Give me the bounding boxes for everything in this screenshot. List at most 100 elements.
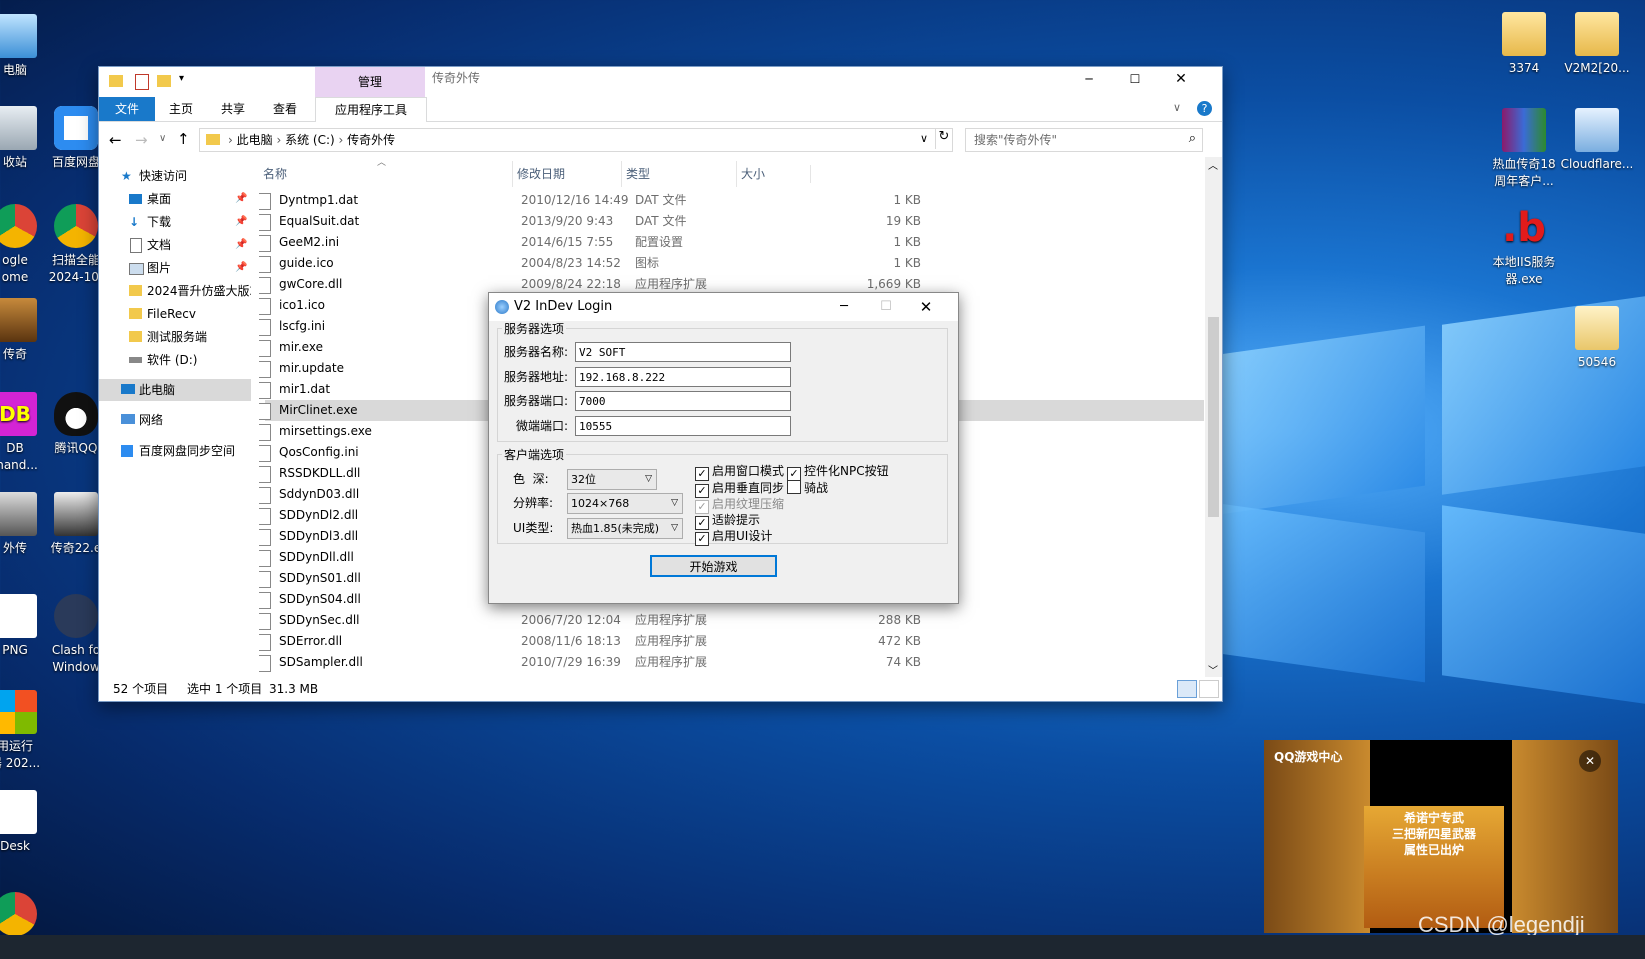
tab-app-tools[interactable]: 应用程序工具 [315,97,427,122]
desktop-icon-iis[interactable]: .b 本地IIS服务 器.exe [1485,206,1563,288]
table-row[interactable]: EqualSuit.dat 2013/9/20 9:43 DAT 文件 19 KB [259,211,1204,232]
chevron-down-icon[interactable]: ∨ [920,132,928,145]
column-date[interactable]: 修改日期 [512,161,565,187]
nav-folder-2024[interactable]: 2024晋升仿盛大版2 [99,280,251,302]
tab-file[interactable]: 文件 [99,97,155,121]
nav-filerecv[interactable]: FileRecv [99,303,251,325]
new-folder-icon[interactable] [157,75,171,87]
ui-type-select[interactable]: 热血1.85(未完成) ▽ [567,518,683,539]
ad-banner[interactable]: 希诺宁专武 三把新四星武器 属性已出炉 [1364,806,1504,928]
breadcrumb-drive-c[interactable]: 系统 (C:) [285,133,335,147]
window-title: 传奇外传 [432,71,481,85]
breadcrumb-folder[interactable]: 传奇外传 [347,133,395,147]
search-box[interactable]: 搜索"传奇外传" ⌕ [965,128,1203,152]
nav-quick-access[interactable]: ★ 快速访问 [99,165,251,187]
scroll-up-arrow-icon[interactable]: ︿ [1208,157,1218,172]
desktop-icon-3374[interactable]: 3374 [1485,12,1563,77]
minimize-button[interactable]: ─ [1069,67,1109,91]
recent-chevron-icon[interactable]: ∨ [159,133,166,144]
chevron-down-icon[interactable]: ▾ [179,73,184,84]
cell-size: 472 KB [878,634,921,648]
large-icons-view-icon[interactable] [1199,680,1219,698]
breadcrumb-this-pc[interactable]: 此电脑 [237,133,273,147]
window-mode-checkbox[interactable]: ✓ 启用窗口模式 [695,463,784,481]
desktop-icon-runtime[interactable]: 用运行 器 202... [0,690,54,772]
resolution-select[interactable]: 1024×768 ▽ [567,493,683,514]
help-icon[interactable]: ? [1197,101,1212,116]
address-bar[interactable]: › 此电脑 › 系统 (C:) › 传奇外传 ∨ [199,128,953,152]
table-row[interactable]: SDDynSec.dll 2006/7/20 12:04 应用程序扩展 288 KB [259,610,1204,631]
cell-name: SDDynDl2.dll [279,508,359,522]
desktop-icon-label: V2M2[20... [1564,61,1630,75]
nav-drive-d[interactable]: 软件 (D:) [99,349,251,371]
desktop-icon-label: PNG [2,643,28,657]
cell-name: mirsettings.exe [279,424,372,438]
server-addr-field[interactable]: 192.168.8.222 [575,367,791,387]
maximize-button[interactable]: ☐ [871,293,901,321]
nav-downloads[interactable]: ↓ 下载 📌 [99,211,251,233]
cell-name: guide.ico [279,256,334,270]
forward-arrow-icon[interactable]: → [135,131,148,149]
desktop-icon-50546[interactable]: 50546 [1558,306,1636,371]
color-depth-select[interactable]: 32位 ▽ [567,469,657,490]
npc-button-checkbox[interactable]: ✓ 控件化NPC按钮 [787,463,889,481]
refresh-icon[interactable]: ↻ [935,129,952,149]
cell-date: 2004/8/23 14:52 [521,256,621,270]
desktop-icon-chrome2[interactable] [0,892,54,940]
nav-network[interactable]: 网络 [99,409,251,431]
close-button[interactable]: ✕ [909,293,943,321]
server-name-field[interactable]: V2 SOFT [575,342,791,362]
back-arrow-icon[interactable]: ← [109,131,122,149]
properties-icon[interactable] [135,74,149,90]
vertical-scrollbar[interactable]: ︿ ﹀ [1205,157,1222,677]
nav-desktop[interactable]: 桌面 📌 [99,188,251,210]
tab-share[interactable]: 共享 [207,97,259,121]
desktop-icon-v2m2[interactable]: V2M2[20... [1558,12,1636,77]
folder-icon [129,285,142,296]
table-row[interactable]: SDSampler.dll 2010/7/29 16:39 应用程序扩展 74 KB [259,652,1204,673]
minimize-button[interactable]: ─ [829,293,859,321]
ui-design-checkbox[interactable]: ✓ 启用UI设计 [695,528,772,546]
scroll-thumb[interactable] [1208,317,1219,517]
table-row[interactable]: SDError.dll 2008/11/6 18:13 应用程序扩展 472 KB [259,631,1204,652]
chevron-down-icon[interactable]: ∨ [1173,101,1181,114]
ribbon-context-tab[interactable]: 管理 [315,67,425,97]
nav-test-server[interactable]: 测试服务端 [99,326,251,348]
server-port-field[interactable]: 7000 [575,391,791,411]
folder-icon [109,75,123,87]
start-game-button[interactable]: 开始游戏 [650,555,777,577]
nav-pictures[interactable]: 图片 📌 [99,257,251,279]
horse-combat-checkbox[interactable]: 骑战 [787,480,828,496]
table-row[interactable]: guide.ico 2004/8/23 14:52 图标 1 KB [259,253,1204,274]
table-row[interactable]: Dyntmp1.dat 2010/12/16 14:49 DAT 文件 1 KB [259,190,1204,211]
close-button[interactable]: ✕ [1161,67,1201,91]
close-icon[interactable]: ✕ [1579,750,1601,772]
nav-this-pc[interactable]: 此电脑 [99,379,251,401]
scroll-down-arrow-icon[interactable]: ﹀ [1208,662,1218,677]
desktop-icon-rexue18[interactable]: 热血传奇18 周年客户... [1485,108,1563,190]
desktop-icon-this-pc[interactable]: 电脑 [0,14,54,79]
micro-port-field[interactable]: 10555 [575,416,791,436]
qq-game-popup[interactable]: QQ游戏中心 ✕ 希诺宁专武 三把新四星武器 属性已出炉 [1264,740,1618,933]
cell-name: ico1.ico [279,298,325,312]
nav-baidu-sync[interactable]: 百度网盘同步空间 [99,440,251,462]
search-input[interactable]: 搜索"传奇外传" [974,129,1057,151]
folder-icon [206,134,220,145]
maximize-button[interactable]: ☐ [1115,67,1155,91]
nav-documents[interactable]: 文档 📌 [99,234,251,256]
column-type[interactable]: 类型 [621,161,650,187]
up-arrow-icon[interactable]: ↑ [177,130,190,148]
table-row[interactable]: GeeM2.ini 2014/6/15 7:55 配置设置 1 KB [259,232,1204,253]
desktop-icon-todesk[interactable]: Desk [0,790,54,855]
details-view-icon[interactable] [1177,680,1197,698]
b-logo-icon: .b [1502,205,1546,251]
empty-checkbox-icon [787,480,801,494]
tab-view[interactable]: 查看 [259,97,311,121]
tab-home[interactable]: 主页 [155,97,207,121]
todesk-icon [0,790,37,834]
desktop-icon-cloudflare[interactable]: Cloudflare... [1558,108,1636,173]
column-name[interactable]: 名称 [263,161,287,187]
file-icon [259,277,271,294]
column-size[interactable]: 大小 [736,161,765,187]
desktop-icon-legend[interactable]: 传奇 [0,298,54,363]
